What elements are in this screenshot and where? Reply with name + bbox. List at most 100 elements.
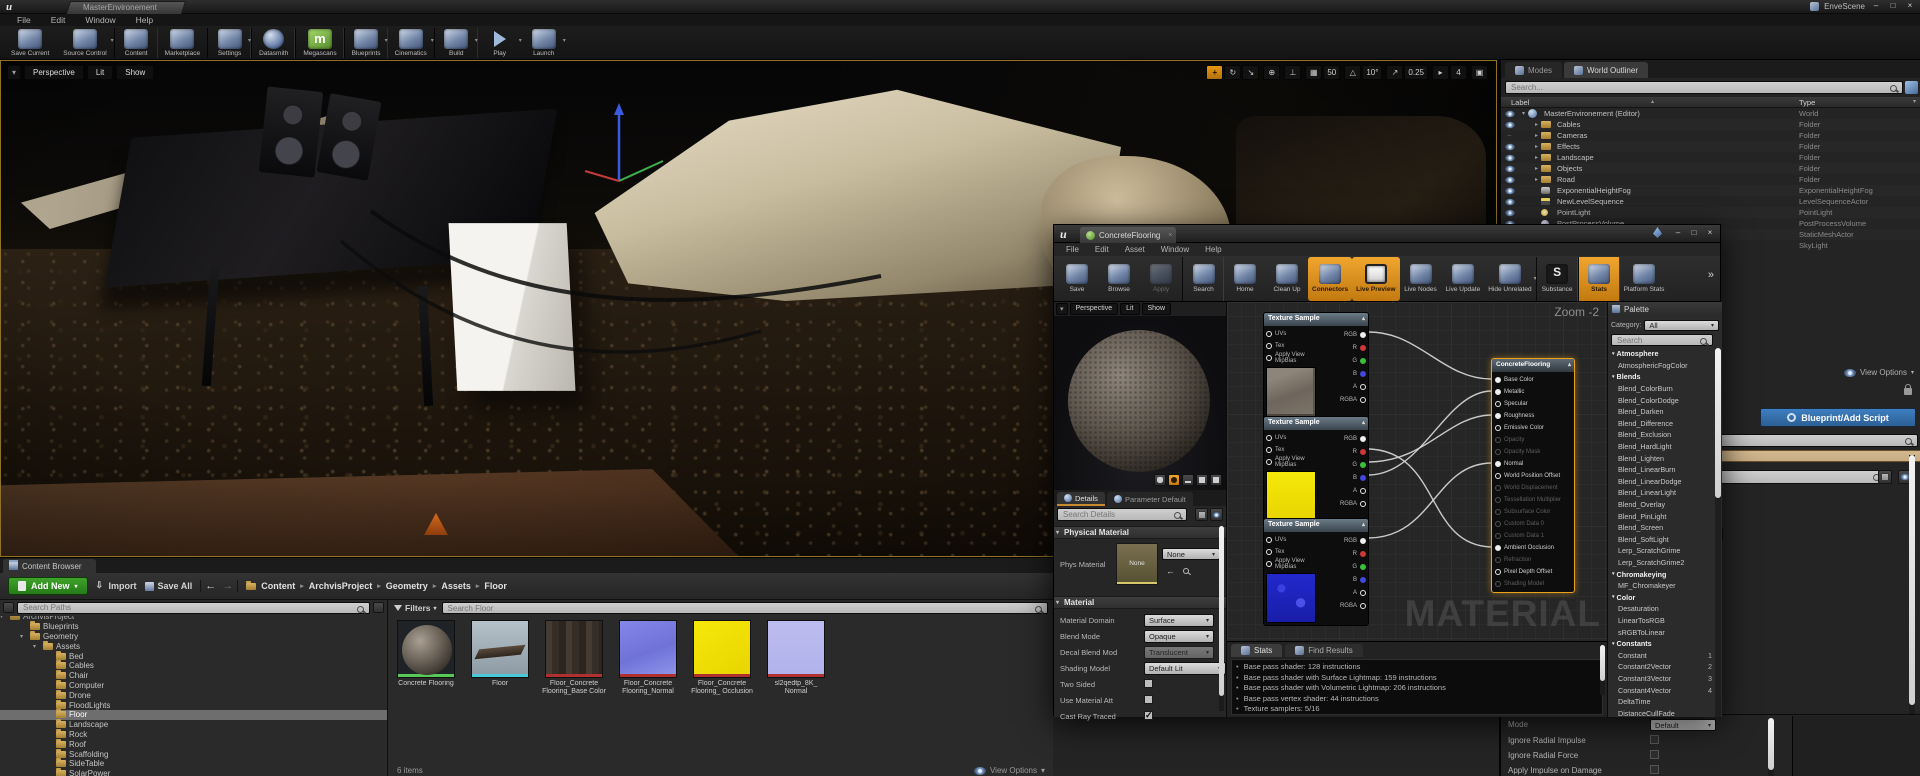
toolbar-overflow-chevron[interactable]: » [1708,269,1714,281]
menu-item[interactable]: Asset [1117,245,1153,254]
material-toolbar-button[interactable]: Hide Unrelated [1484,257,1535,301]
breadcrumb-segment[interactable]: Assets [441,581,479,591]
maximize-viewport-icon[interactable]: ▣ [1471,65,1488,80]
output-pin[interactable]: R [1324,547,1366,560]
folder-tree-row[interactable]: Roof [0,739,387,749]
outliner-row[interactable]: NewLevelSequence LevelSequenceActor [1501,196,1920,207]
asset-card[interactable]: sl2qedtp_8K_ Normal [763,620,829,696]
material-toolbar-button[interactable]: Live Update [1442,257,1485,301]
category-select[interactable]: All▾ [1644,320,1719,331]
details-scrollbar[interactable] [1909,455,1915,715]
input-pin[interactable]: UVs [1266,534,1324,546]
pin-icon[interactable] [1360,501,1366,507]
palette-header[interactable]: Palette [1608,302,1722,316]
pin-icon[interactable] [1495,533,1501,539]
output-pin[interactable]: G [1324,560,1366,573]
preview-shape-cube-icon[interactable] [1196,474,1208,486]
pin-icon[interactable] [1495,401,1501,407]
paths-list-icon[interactable] [373,602,384,613]
back-arrow-icon[interactable]: ← [205,580,216,592]
visibility-eye-icon[interactable] [1505,121,1515,127]
pin-icon[interactable] [1360,564,1366,570]
sources-toggle-icon[interactable] [3,602,14,613]
palette-item[interactable]: Constant3Vector 3 [1608,673,1716,685]
node-header[interactable]: Texture Sample [1264,313,1368,326]
input-pin[interactable]: UVs [1266,432,1324,444]
expand-arrow-icon[interactable]: ▾ [1519,110,1528,117]
pin-icon[interactable] [1360,332,1366,338]
menu-item[interactable]: Edit [42,15,75,25]
palette-item[interactable]: Blend_ColorDodge [1608,394,1716,406]
menu-item[interactable]: File [1058,245,1087,254]
palette-item[interactable]: Blend_Exclusion [1608,429,1716,441]
bottom-right-scrollbar[interactable] [1768,718,1774,776]
palette-item[interactable]: Desaturation [1608,603,1716,615]
breadcrumb-segment[interactable]: Content [261,581,304,591]
detail-checkbox[interactable] [1144,711,1153,720]
detail-checkbox[interactable] [1144,695,1153,704]
material-result-node[interactable]: ConcreteFlooring Base Color Metallic [1491,358,1575,593]
visibility-eye-icon[interactable] [1505,165,1515,171]
palette-item[interactable]: Constant4Vector 4 [1608,684,1716,696]
palette-item[interactable]: Color [1608,591,1716,603]
asset-card[interactable]: Floor_Concrete Flooring_Base Color [541,620,607,696]
palette-item[interactable]: Blend_SoftLight [1608,534,1716,546]
pin-icon[interactable] [1360,436,1366,442]
scale-tool-icon[interactable]: ↘ [1242,65,1259,80]
folder-tree-row[interactable]: SolarPower [0,769,387,776]
asset-card[interactable]: Floor_Concrete Flooring_ Occlusion [689,620,755,696]
asset-card[interactable]: Floor_Concrete Flooring_Normal [615,620,681,696]
pin-icon[interactable] [1495,545,1501,551]
close-button[interactable] [1904,1,1916,11]
grid-snap-icon[interactable]: ▦ [1305,65,1322,80]
material-input-pin[interactable]: Opacity Mask [1495,446,1571,458]
toolbar-button[interactable]: Marketplace [158,28,207,58]
material-input-pin[interactable]: Tessellation Multiplier [1495,494,1571,506]
palette-item[interactable]: sRGBToLinear [1608,626,1716,638]
material-input-pin[interactable]: World Displacement [1495,482,1571,494]
palette-item[interactable]: Blend_Darken [1608,406,1716,418]
pin-icon[interactable] [1495,389,1501,395]
pin-icon[interactable] [1360,577,1366,583]
preview-shape-cylinder-icon[interactable] [1154,474,1166,486]
visibility-eye-icon[interactable] [1505,176,1515,182]
material-input-pin[interactable]: Normal [1495,458,1571,470]
detail-select[interactable]: Default Lit▾ [1144,662,1226,675]
asset-card[interactable]: Concrete Flooring [393,620,459,696]
outliner-row[interactable]: ▾ MasterEnvironement (Editor) World [1501,108,1920,119]
folder-tree-row[interactable]: ▾ ArchvisProject [0,616,387,622]
palette-item[interactable]: MF_Chromakeyer [1608,580,1716,592]
pin-icon[interactable] [1360,462,1366,468]
material-input-pin[interactable]: Specular [1495,398,1571,410]
save-all-button[interactable]: Save All [145,581,193,591]
pin-icon[interactable] [1266,331,1272,337]
material-toolbar-button[interactable]: Live Preview [1352,257,1399,301]
palette-item[interactable]: AtmosphericFogColor [1608,360,1716,372]
visibility-eye-icon[interactable] [1505,198,1515,204]
pin-icon[interactable] [1495,557,1501,563]
import-button[interactable]: Import [96,581,137,591]
pin-icon[interactable] [1360,449,1366,455]
surface-snap-icon[interactable]: ⊥ [1284,65,1301,80]
material-input-pin[interactable]: Roughness [1495,410,1571,422]
palette-item[interactable]: Atmosphere [1608,348,1716,360]
visibility-eye-icon[interactable] [1505,110,1515,116]
folder-tree-row[interactable]: Blueprints [0,622,387,632]
expand-arrow-icon[interactable]: ▾ [0,616,7,620]
material-toolbar-button[interactable]: Stats [1578,257,1620,301]
blueprint-add-script-button[interactable]: Blueprint/Add Script [1760,408,1916,427]
material-input-pin[interactable]: Base Color [1495,374,1571,386]
outliner-filter-icon[interactable] [1905,81,1918,94]
texture-sample-node[interactable]: Texture Sample UVsTexApply View MipBias … [1263,312,1369,420]
visibility-eye-icon[interactable] [1505,132,1515,138]
stats-tab[interactable]: Stats [1231,644,1282,657]
toolbar-button[interactable]: Settings [207,28,251,58]
material-toolbar-button[interactable]: Clean Up [1266,257,1308,301]
palette-item[interactable]: Lerp_ScratchGrime [1608,545,1716,557]
pin-icon[interactable] [1266,355,1272,361]
lock-icon[interactable] [1904,388,1912,395]
apply-impulse-checkbox[interactable] [1650,765,1659,774]
outliner-row[interactable]: ▸ Objects Folder [1501,163,1920,174]
expand-arrow-icon[interactable]: ▾ [33,643,40,650]
pin-icon[interactable] [1266,343,1272,349]
